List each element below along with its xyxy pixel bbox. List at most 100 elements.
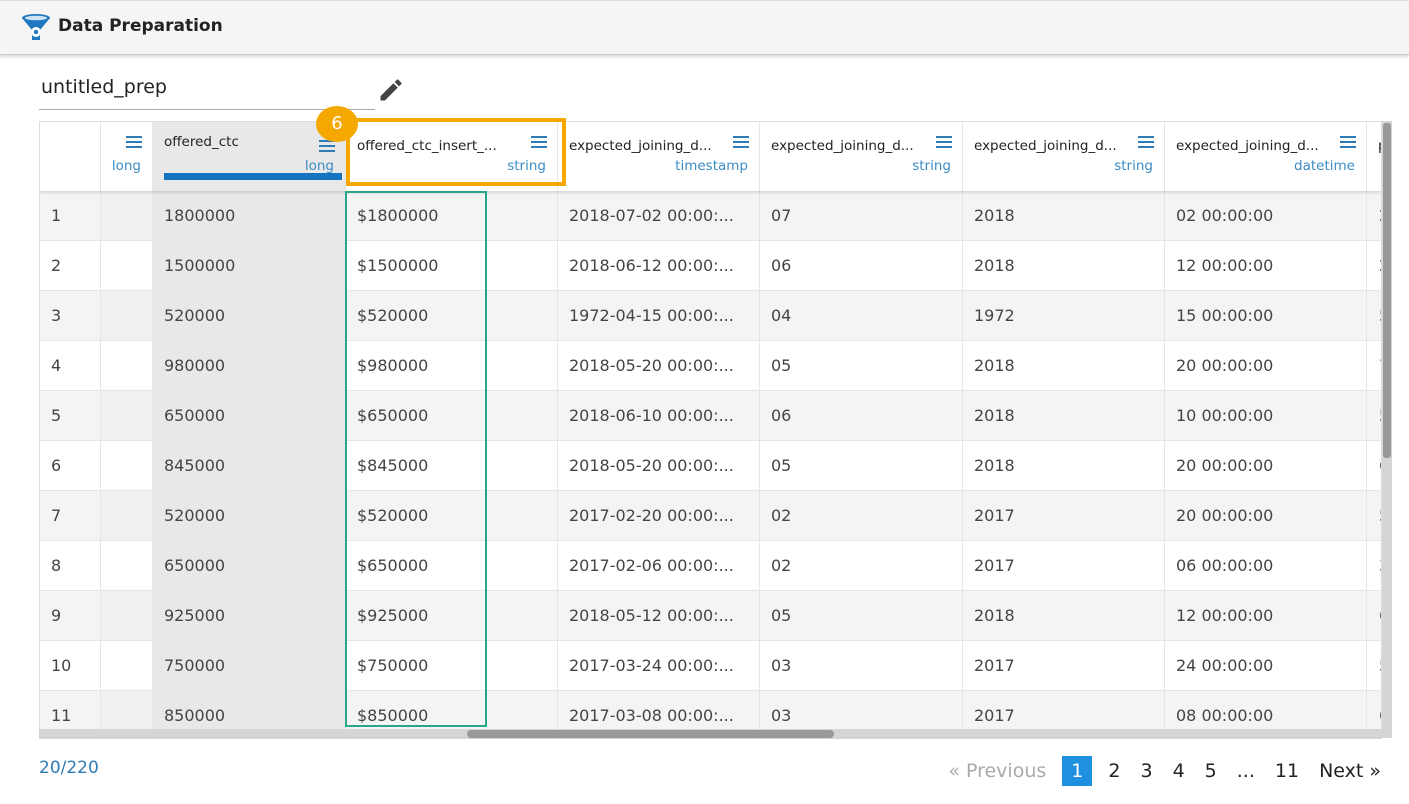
- table-cell: 2018: [963, 341, 1165, 390]
- row-number: 7: [40, 491, 101, 540]
- vertical-scrollbar[interactable]: [1382, 121, 1392, 738]
- column-header[interactable]: long: [101, 122, 153, 191]
- column-menu-icon[interactable]: [126, 136, 142, 149]
- table-cell: 5: [1367, 291, 1381, 340]
- table-cell: 2017: [963, 491, 1165, 540]
- table-cell: 6: [1367, 591, 1381, 640]
- table-cell: 925000: [153, 591, 346, 640]
- table-row: 6 845000 $845000 2018-05-20 00:00:... 05 2018…: [40, 441, 1381, 491]
- row-number: 3: [40, 291, 101, 340]
- table-cell: 520000: [153, 491, 346, 540]
- table-cell: 2018: [963, 191, 1165, 240]
- table-cell: 2018-05-12 00:00:...: [558, 591, 760, 640]
- horizontal-scrollbar-thumb[interactable]: [467, 730, 834, 738]
- table-cell: 1500000: [153, 241, 346, 290]
- column-menu-icon[interactable]: [319, 140, 335, 153]
- vertical-scrollbar-thumb[interactable]: [1383, 123, 1391, 458]
- table-cell: [101, 491, 153, 540]
- table-cell: 2018-06-10 00:00:...: [558, 391, 760, 440]
- grid-header: long offered_ctc long offered_ctc_insert_..…: [40, 122, 1381, 191]
- column-type: long: [111, 158, 141, 174]
- table-cell: [101, 341, 153, 390]
- page-3-button[interactable]: 3: [1130, 756, 1162, 786]
- table-cell: 6: [1367, 441, 1381, 490]
- column-header[interactable]: expected_joining_d... timestamp: [558, 122, 760, 191]
- table-cell: 1972: [963, 291, 1165, 340]
- column-highlight-box: [346, 118, 566, 186]
- app-title: Data Preparation: [58, 16, 223, 36]
- table-row: 3 520000 $520000 1972-04-15 00:00:... 04 1972…: [40, 291, 1381, 341]
- table-cell: 980000: [153, 341, 346, 390]
- column-type: datetime: [1294, 158, 1355, 174]
- column-header[interactable]: expected_joining_d... string: [963, 122, 1165, 191]
- table-cell: [101, 441, 153, 490]
- table-cell: 20 00:00:00: [1165, 491, 1367, 540]
- page-4-button[interactable]: 4: [1163, 756, 1195, 786]
- page-2-button[interactable]: 2: [1098, 756, 1130, 786]
- previous-page-button[interactable]: « Previous: [938, 756, 1056, 786]
- row-number: 6: [40, 441, 101, 490]
- table-cell: 845000: [153, 441, 346, 490]
- column-header[interactable]: expected_joining_d...string: [760, 122, 963, 191]
- page-11-button[interactable]: 11: [1265, 756, 1309, 786]
- column-type: string: [1114, 158, 1153, 174]
- row-number: 10: [40, 641, 101, 690]
- table-cell: 10 00:00:00: [1165, 391, 1367, 440]
- page-1-button[interactable]: 1: [1062, 756, 1093, 786]
- row-number: 5: [40, 391, 101, 440]
- column-name: expected_joining_d...: [771, 138, 914, 154]
- table-cell: 2017: [963, 641, 1165, 690]
- table-cell: 5: [1367, 391, 1381, 440]
- row-number: 2: [40, 241, 101, 290]
- table-cell: 06: [760, 391, 963, 440]
- table-cell: 15 00:00:00: [1165, 291, 1367, 340]
- table-cell: [101, 541, 153, 590]
- column-name: expected_joining_d...: [1176, 138, 1319, 154]
- column-name: offered_ctc: [164, 134, 239, 150]
- column-header[interactable]: p: [1367, 122, 1381, 191]
- table-cell: 2018: [963, 441, 1165, 490]
- row-number: 4: [40, 341, 101, 390]
- table-cell: 07: [760, 191, 963, 240]
- horizontal-scrollbar[interactable]: [39, 729, 1382, 739]
- table-cell: 2018-05-20 00:00:...: [558, 341, 760, 390]
- table-cell: 2017-02-06 00:00:...: [558, 541, 760, 590]
- table-row: 10 750000 $750000 2017-03-24 00:00:... 03 201…: [40, 641, 1381, 691]
- next-page-button[interactable]: Next »: [1309, 756, 1391, 786]
- table-cell: 2018-05-20 00:00:...: [558, 441, 760, 490]
- table-row: 5 650000 $650000 2018-06-10 00:00:... 06 2018…: [40, 391, 1381, 441]
- column-menu-icon[interactable]: [1340, 136, 1356, 149]
- table-cell: 1800000: [153, 191, 346, 240]
- column-type: string: [912, 158, 951, 174]
- column-header[interactable]: offered_ctc long: [153, 122, 346, 191]
- step-badge: 6: [316, 106, 358, 142]
- table-cell: 2017-03-24 00:00:...: [558, 641, 760, 690]
- table-row: 9 925000 $925000 2018-05-12 00:00:... 05 2018…: [40, 591, 1381, 641]
- table-cell: 7: [1367, 341, 1381, 390]
- row-number: 9: [40, 591, 101, 640]
- column-name: expected_joining_d...: [569, 138, 712, 154]
- table-cell: 06: [760, 241, 963, 290]
- table-cell: 650000: [153, 541, 346, 590]
- table-cell: 520000: [153, 291, 346, 340]
- column-menu-icon[interactable]: [1138, 136, 1154, 149]
- table-cell: 2018: [963, 591, 1165, 640]
- table-cell: 12 00:00:00: [1165, 241, 1367, 290]
- column-menu-icon[interactable]: [936, 136, 952, 149]
- app-header: Data Preparation: [0, 0, 1409, 55]
- column-header[interactable]: expected_joining_d... datetime: [1165, 122, 1367, 191]
- table-cell: 2017-02-20 00:00:...: [558, 491, 760, 540]
- column-menu-icon[interactable]: [733, 136, 749, 149]
- data-grid: long offered_ctc long offered_ctc_insert_..…: [39, 121, 1382, 738]
- row-count: 20/220: [39, 758, 99, 778]
- table-cell: 04: [760, 291, 963, 340]
- table-cell: [101, 191, 153, 240]
- table-row: 2 1500000 $1500000 2018-06-12 00:00:... 06 20…: [40, 241, 1381, 291]
- table-cell: 2018: [963, 391, 1165, 440]
- page-ellipsis: ...: [1236, 760, 1255, 782]
- prep-name-field[interactable]: untitled_prep: [39, 73, 375, 110]
- table-cell: 2017: [963, 541, 1165, 590]
- edit-pencil-icon[interactable]: [377, 76, 405, 104]
- table-cell: 750000: [153, 641, 346, 690]
- page-5-button[interactable]: 5: [1195, 756, 1227, 786]
